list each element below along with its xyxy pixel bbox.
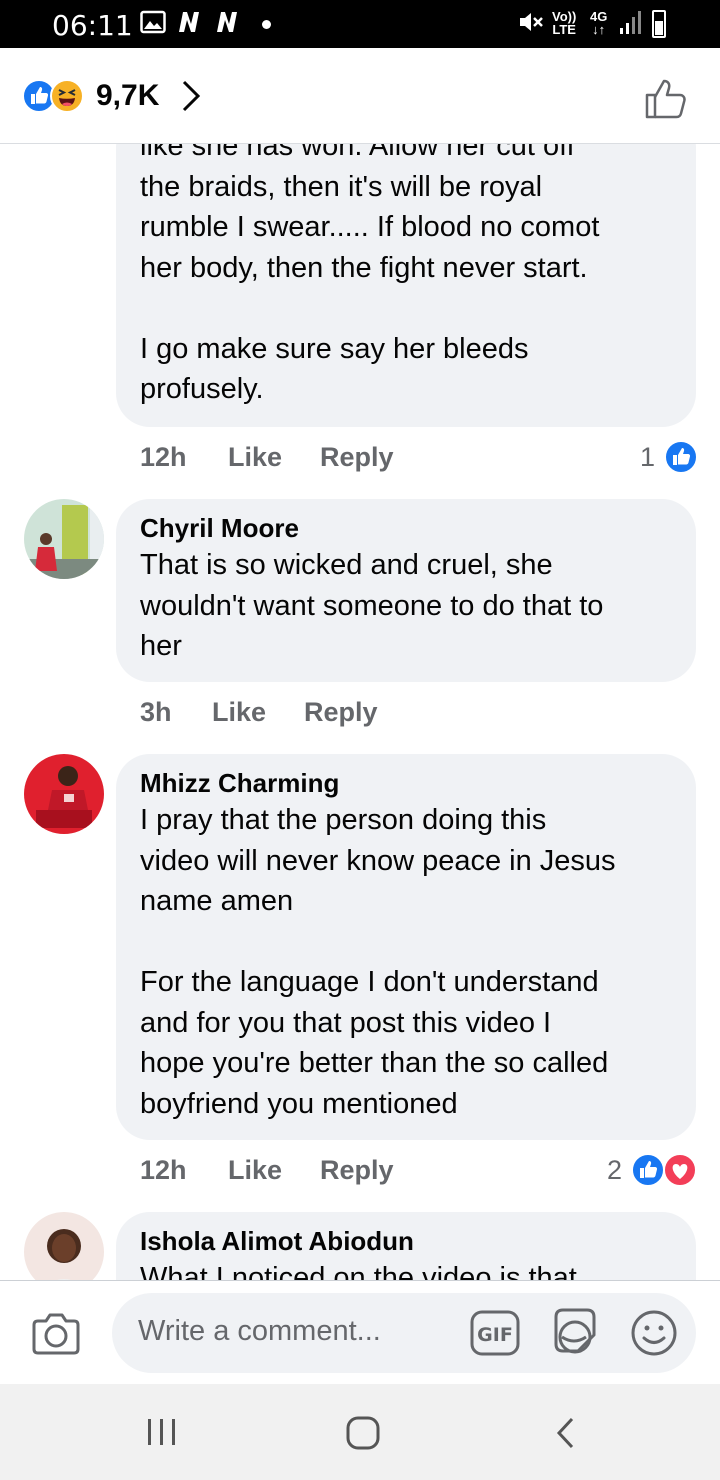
n-notification-icon — [179, 12, 199, 32]
comment-composer: Write a comment... GIF — [0, 1280, 720, 1384]
comment-reactions[interactable]: 1 — [640, 440, 700, 474]
battery-icon — [652, 10, 666, 38]
like-reaction-icon — [664, 440, 698, 474]
avatar[interactable] — [24, 754, 104, 834]
comment-author[interactable]: Mhizz Charming — [140, 766, 672, 800]
dot-icon — [262, 20, 271, 29]
emoji-icon[interactable] — [630, 1309, 678, 1357]
home-icon[interactable] — [344, 1416, 382, 1450]
comment-bubble[interactable]: Chyril Moore That is so wicked and cruel… — [116, 499, 696, 682]
thumbs-up-outline-icon[interactable] — [644, 76, 690, 120]
comment-time: 12h — [140, 442, 187, 472]
recents-icon[interactable] — [144, 1416, 180, 1448]
comment-author[interactable]: Ishola Alimot Abiodun — [140, 1224, 672, 1258]
comment-placeholder: Write a comment... — [138, 1315, 381, 1347]
comments-list[interactable]: like she has won. Allow her cut off the … — [0, 144, 720, 1280]
comment-reactions[interactable]: 2 — [607, 1153, 699, 1187]
reply-comment-button[interactable]: Reply — [304, 695, 378, 729]
reactions-header: 9,7K — [0, 48, 720, 144]
comment-bubble[interactable]: Ishola Alimot Abiodun What I noticed on … — [116, 1212, 696, 1280]
reaction-count[interactable]: 9,7K — [96, 79, 159, 113]
mute-icon — [520, 13, 543, 31]
like-comment-button[interactable]: Like — [228, 440, 282, 474]
like-reaction-icon — [631, 1153, 665, 1187]
clock: 06:11 — [52, 9, 133, 42]
system-nav-bar — [0, 1384, 720, 1480]
comment-time: 12h — [140, 1155, 187, 1185]
back-icon[interactable] — [552, 1416, 580, 1450]
comment-text: What I noticed on the video is that — [140, 1262, 577, 1280]
reply-comment-button[interactable]: Reply — [320, 1153, 394, 1187]
comment-text: That is so wicked and cruel, she wouldn'… — [140, 549, 604, 662]
avatar[interactable] — [24, 1212, 104, 1280]
like-comment-button[interactable]: Like — [228, 1153, 282, 1187]
sticker-icon[interactable] — [550, 1307, 600, 1359]
chevron-right-icon[interactable] — [178, 78, 204, 114]
comment-bubble[interactable]: Mhizz Charming I pray that the person do… — [116, 754, 696, 1140]
gallery-icon — [140, 10, 166, 34]
love-reaction-icon — [663, 1153, 697, 1187]
comment-text: I pray that the person doing this video … — [140, 804, 616, 1120]
svg-text:GIF: GIF — [477, 1324, 513, 1346]
reply-comment-button[interactable]: Reply — [320, 440, 394, 474]
comment-actions: 12h Like Reply — [140, 440, 400, 474]
reaction-summary[interactable] — [22, 79, 92, 113]
network-indicator: 4G ↓↑ — [590, 9, 608, 37]
comment-time: 3h — [140, 697, 172, 727]
like-comment-button[interactable]: Like — [212, 695, 266, 729]
comment-actions: 3h Like Reply — [140, 695, 400, 729]
comment-text: like she has won. Allow her cut off the … — [140, 144, 600, 405]
comment-reaction-count: 2 — [607, 1155, 623, 1185]
volte-indicator: Vo)) LTE — [552, 9, 577, 37]
avatar[interactable] — [24, 499, 104, 579]
comment-reaction-count: 1 — [640, 442, 656, 472]
gif-icon[interactable]: GIF — [470, 1310, 520, 1356]
comment-input[interactable]: Write a comment... GIF — [112, 1293, 696, 1373]
status-bar: 06:11 Vo)) LTE 4G ↓↑ — [0, 0, 720, 48]
comment-actions: 12h Like Reply — [140, 1153, 400, 1187]
signal-icon — [620, 11, 641, 34]
comment-bubble[interactable]: like she has won. Allow her cut off the … — [116, 144, 696, 427]
n-notification-icon — [217, 12, 237, 32]
camera-icon[interactable] — [30, 1311, 82, 1357]
comment-author[interactable]: Chyril Moore — [140, 511, 672, 545]
haha-reaction-icon — [50, 79, 84, 113]
